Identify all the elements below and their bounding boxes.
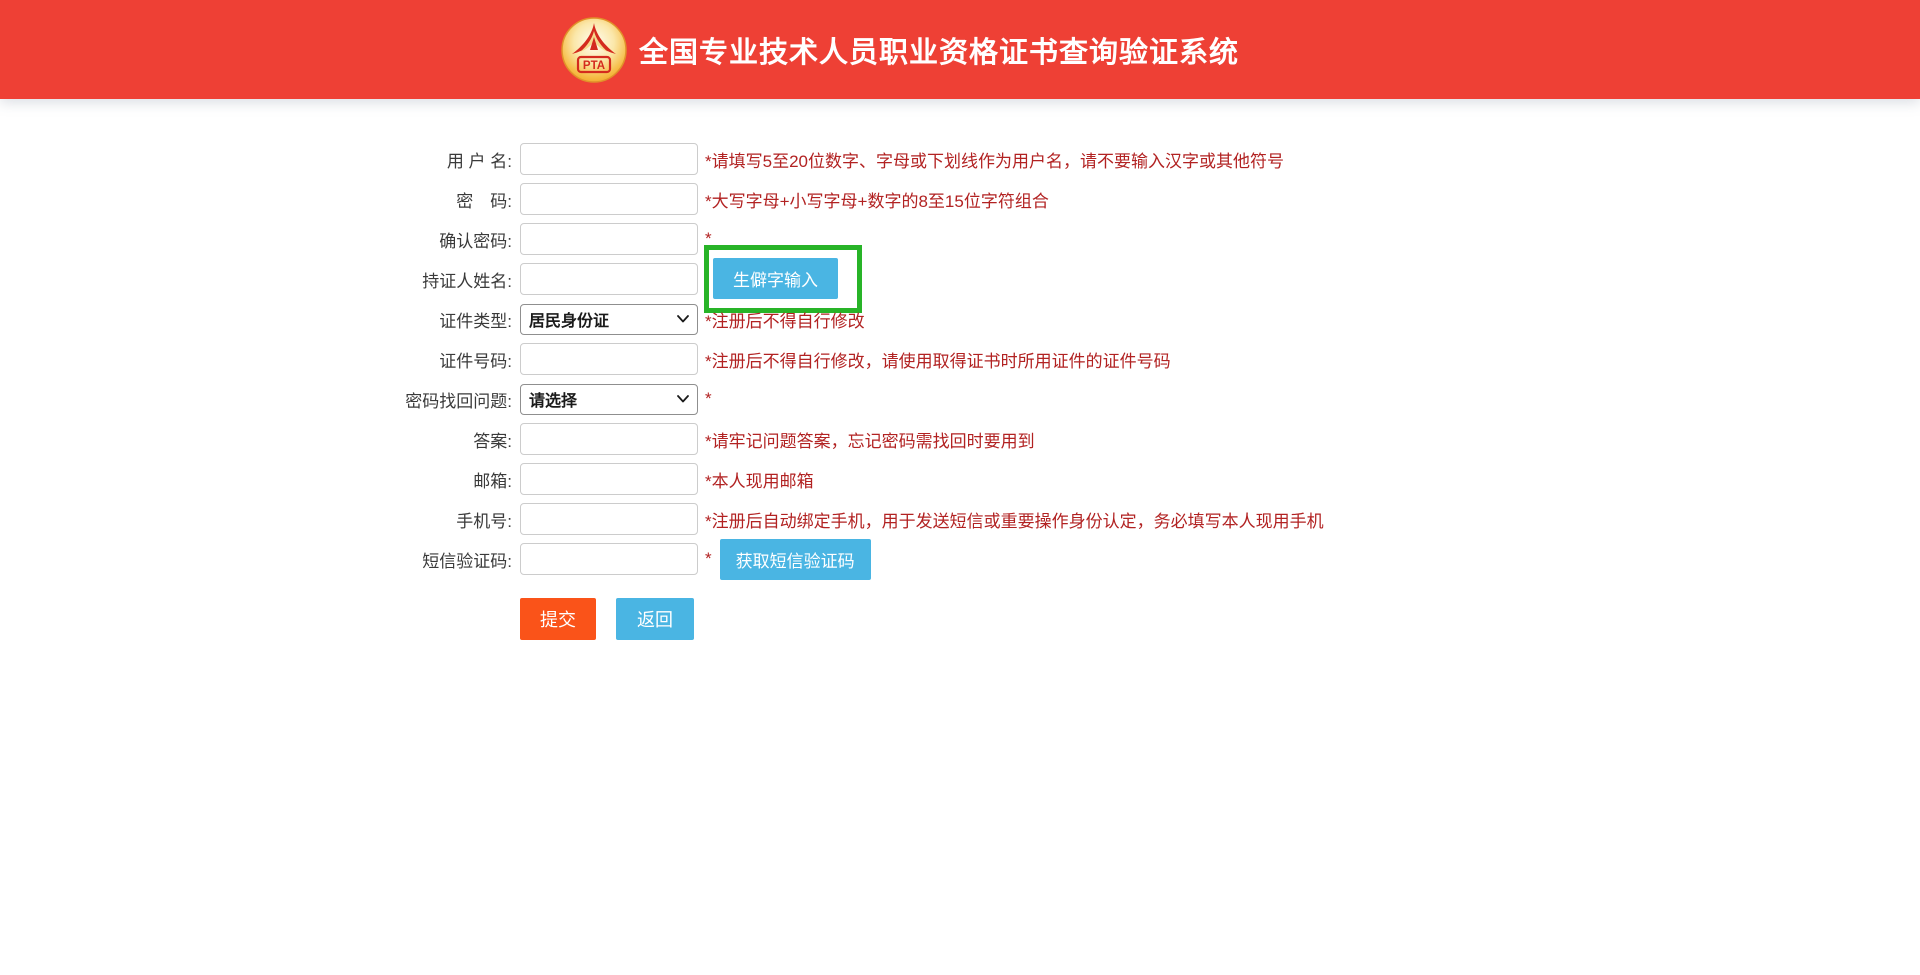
answer-input[interactable]: [520, 423, 698, 455]
form-row-username: 用 户 名: *请填写5至20位数字、字母或下划线作为用户名，请不要输入汉字或其…: [0, 139, 1920, 179]
email-label: 邮箱:: [0, 467, 512, 492]
form-actions: 提交 返回: [520, 598, 1920, 640]
form-row-sms-code: 短信验证码: * 获取短信验证码: [0, 539, 1920, 579]
phone-hint: *注册后自动绑定手机，用于发送短信或重要操作身份认定，务必填写本人现用手机: [705, 507, 1324, 532]
registration-form: 用 户 名: *请填写5至20位数字、字母或下划线作为用户名，请不要输入汉字或其…: [0, 99, 1920, 640]
recovery-question-selected-value: 请选择: [529, 387, 677, 411]
form-row-confirm-password: 确认密码: *: [0, 219, 1920, 259]
form-row-holder-name: 持证人姓名: 生僻字输入: [0, 259, 1920, 299]
id-number-input[interactable]: [520, 343, 698, 375]
get-sms-code-button[interactable]: 获取短信验证码: [720, 539, 871, 580]
recovery-question-required-mark: *: [705, 389, 712, 409]
username-input[interactable]: [520, 143, 698, 175]
id-type-select[interactable]: 居民身份证: [520, 304, 698, 335]
recovery-question-label: 密码找回问题:: [0, 387, 512, 412]
chevron-down-icon: [677, 395, 689, 403]
sms-code-input[interactable]: [520, 543, 698, 575]
id-type-selected-value: 居民身份证: [529, 307, 677, 331]
form-row-id-number: 证件号码: *注册后不得自行修改，请使用取得证书时所用证件的证件号码: [0, 339, 1920, 379]
phone-input[interactable]: [520, 503, 698, 535]
annotation-highlight-box: 生僻字输入: [704, 245, 862, 313]
header-content: PTA 全国专业技术人员职业资格证书查询验证系统: [561, 17, 1239, 83]
page-title: 全国专业技术人员职业资格证书查询验证系统: [639, 29, 1239, 71]
chevron-down-icon: [677, 315, 689, 323]
password-label: 密 码:: [0, 187, 512, 212]
phone-label: 手机号:: [0, 507, 512, 532]
id-number-hint: *注册后不得自行修改，请使用取得证书时所用证件的证件号码: [705, 347, 1171, 372]
holder-name-input[interactable]: [520, 263, 698, 295]
form-row-password: 密 码: *大写字母+小写字母+数字的8至15位字符组合: [0, 179, 1920, 219]
recovery-question-select[interactable]: 请选择: [520, 384, 698, 415]
form-row-email: 邮箱: *本人现用邮箱: [0, 459, 1920, 499]
back-button[interactable]: 返回: [616, 598, 694, 640]
form-row-answer: 答案: *请牢记问题答案，忘记密码需找回时要用到: [0, 419, 1920, 459]
id-type-label: 证件类型:: [0, 307, 512, 332]
id-type-hint: *注册后不得自行修改: [705, 307, 865, 332]
sms-code-required-mark: *: [705, 549, 712, 569]
rare-character-input-button[interactable]: 生僻字输入: [713, 258, 838, 299]
confirm-password-label: 确认密码:: [0, 227, 512, 252]
email-hint: *本人现用邮箱: [705, 467, 814, 492]
form-row-id-type: 证件类型: 居民身份证 *注册后不得自行修改: [0, 299, 1920, 339]
email-field[interactable]: [520, 463, 698, 495]
logo-text: PTA: [583, 60, 605, 72]
pta-logo-icon: PTA: [561, 17, 627, 83]
submit-button[interactable]: 提交: [520, 598, 596, 640]
answer-hint: *请牢记问题答案，忘记密码需找回时要用到: [705, 427, 1035, 452]
password-hint: *大写字母+小写字母+数字的8至15位字符组合: [705, 187, 1049, 212]
username-label: 用 户 名:: [0, 147, 512, 172]
password-input[interactable]: [520, 183, 698, 215]
app-header: PTA 全国专业技术人员职业资格证书查询验证系统: [0, 0, 1920, 99]
sms-code-label: 短信验证码:: [0, 547, 512, 572]
username-hint: *请填写5至20位数字、字母或下划线作为用户名，请不要输入汉字或其他符号: [705, 147, 1284, 172]
id-number-label: 证件号码:: [0, 347, 512, 372]
form-row-recovery-question: 密码找回问题: 请选择 *: [0, 379, 1920, 419]
confirm-password-input[interactable]: [520, 223, 698, 255]
holder-name-label: 持证人姓名:: [0, 267, 512, 292]
answer-label: 答案:: [0, 427, 512, 452]
form-row-phone: 手机号: *注册后自动绑定手机，用于发送短信或重要操作身份认定，务必填写本人现用…: [0, 499, 1920, 539]
